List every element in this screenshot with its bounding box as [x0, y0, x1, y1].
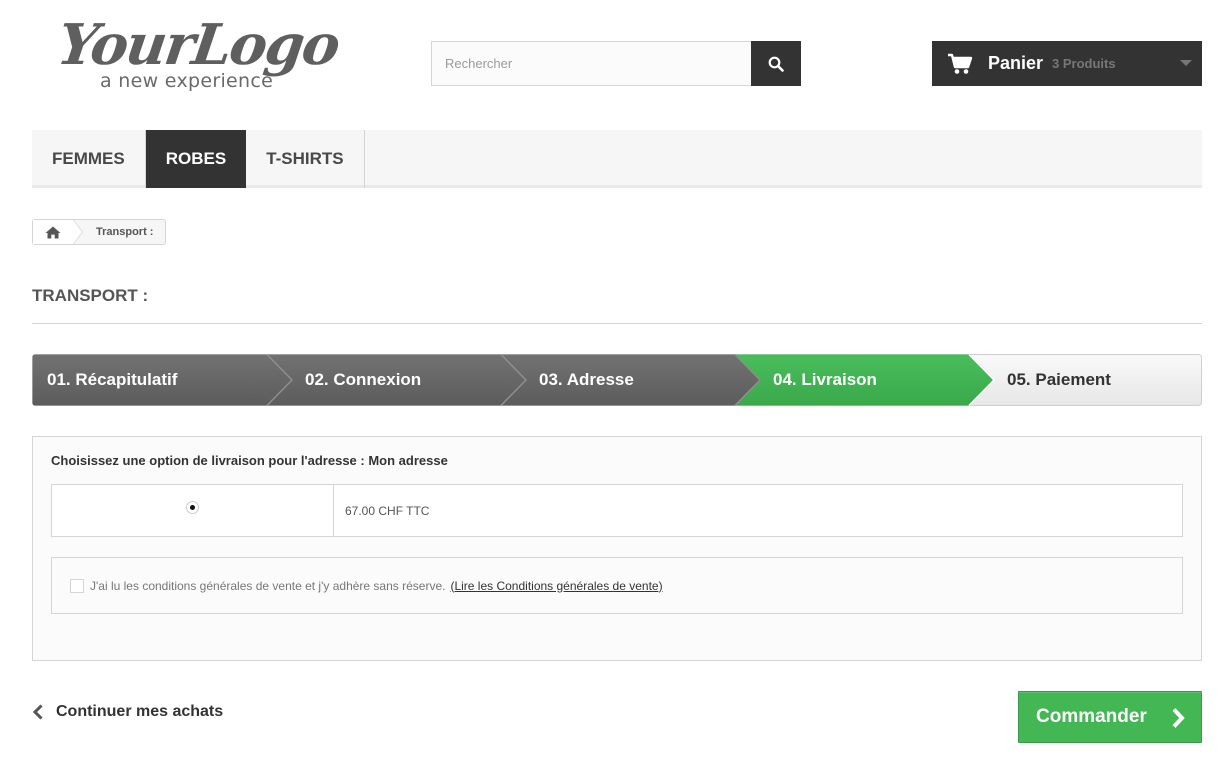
order-button-label: Commander	[1036, 706, 1147, 727]
terms-box: J'ai lu les conditions générales de vent…	[51, 557, 1183, 614]
step-adresse[interactable]: 03. Adresse	[539, 354, 634, 406]
search-button[interactable]	[751, 41, 801, 86]
nav-item-femmes[interactable]: FEMMES	[32, 130, 146, 188]
title-divider	[32, 323, 1202, 324]
delivery-options: Choisissez une option de livraison pour …	[32, 436, 1202, 661]
continue-shopping-link[interactable]: Continuer mes achats	[32, 703, 223, 721]
cart-button[interactable]: Panier 3 Produits	[932, 41, 1202, 86]
home-icon	[45, 226, 61, 238]
main-nav: FEMMES ROBES T-SHIRTS	[32, 130, 1202, 188]
cart-count: 3 Produits	[1052, 56, 1116, 71]
logo-text: YourLogo	[53, 12, 343, 78]
breadcrumb-home[interactable]	[33, 219, 83, 245]
step-paiement: 05. Paiement	[1007, 370, 1111, 389]
step-connexion[interactable]: 02. Connexion	[305, 354, 421, 406]
cart-icon	[947, 53, 973, 75]
logo[interactable]: YourLogo a new experience	[53, 12, 346, 96]
logo-tagline: a new experience	[100, 70, 274, 92]
chevron-down-icon[interactable]	[1180, 60, 1192, 66]
carrier-radio-cell[interactable]	[52, 485, 334, 536]
chevron-left-icon	[32, 703, 46, 721]
nav-item-robes[interactable]: ROBES	[145, 130, 247, 188]
checkout-steps: 01. Récapitulatif 02. Connexion 03. Adre…	[32, 354, 1202, 406]
continue-shopping-label: Continuer mes achats	[56, 703, 224, 720]
carrier-option[interactable]: 67.00 CHF TTC	[51, 484, 1183, 537]
terms-text: J'ai lu les conditions générales de vent…	[90, 578, 446, 593]
step-livraison[interactable]: 04. Livraison	[773, 354, 877, 406]
cart-label: Panier	[988, 53, 1044, 73]
search-icon	[768, 56, 784, 72]
search-input[interactable]	[431, 41, 751, 86]
order-button[interactable]: Commander	[1018, 691, 1202, 743]
breadcrumb-current: Transport :	[96, 226, 154, 238]
page-title: TRANSPORT :	[32, 286, 149, 305]
radio-selected-dot	[190, 505, 195, 510]
chevron-right-icon	[1172, 708, 1185, 728]
delivery-heading: Choisissez une option de livraison pour …	[51, 453, 448, 468]
carrier-price: 67.00 CHF TTC	[345, 503, 430, 518]
carrier-radio[interactable]	[186, 501, 199, 514]
terms-link[interactable]: (Lire les Conditions générales de vente)	[450, 579, 662, 593]
terms-checkbox[interactable]	[70, 578, 84, 593]
nav-item-t-shirts[interactable]: T-SHIRTS	[246, 130, 365, 188]
breadcrumb: Transport :	[32, 219, 167, 245]
step-recapitulatif[interactable]: 01. Récapitulatif	[47, 354, 177, 406]
search-bar	[431, 41, 801, 86]
